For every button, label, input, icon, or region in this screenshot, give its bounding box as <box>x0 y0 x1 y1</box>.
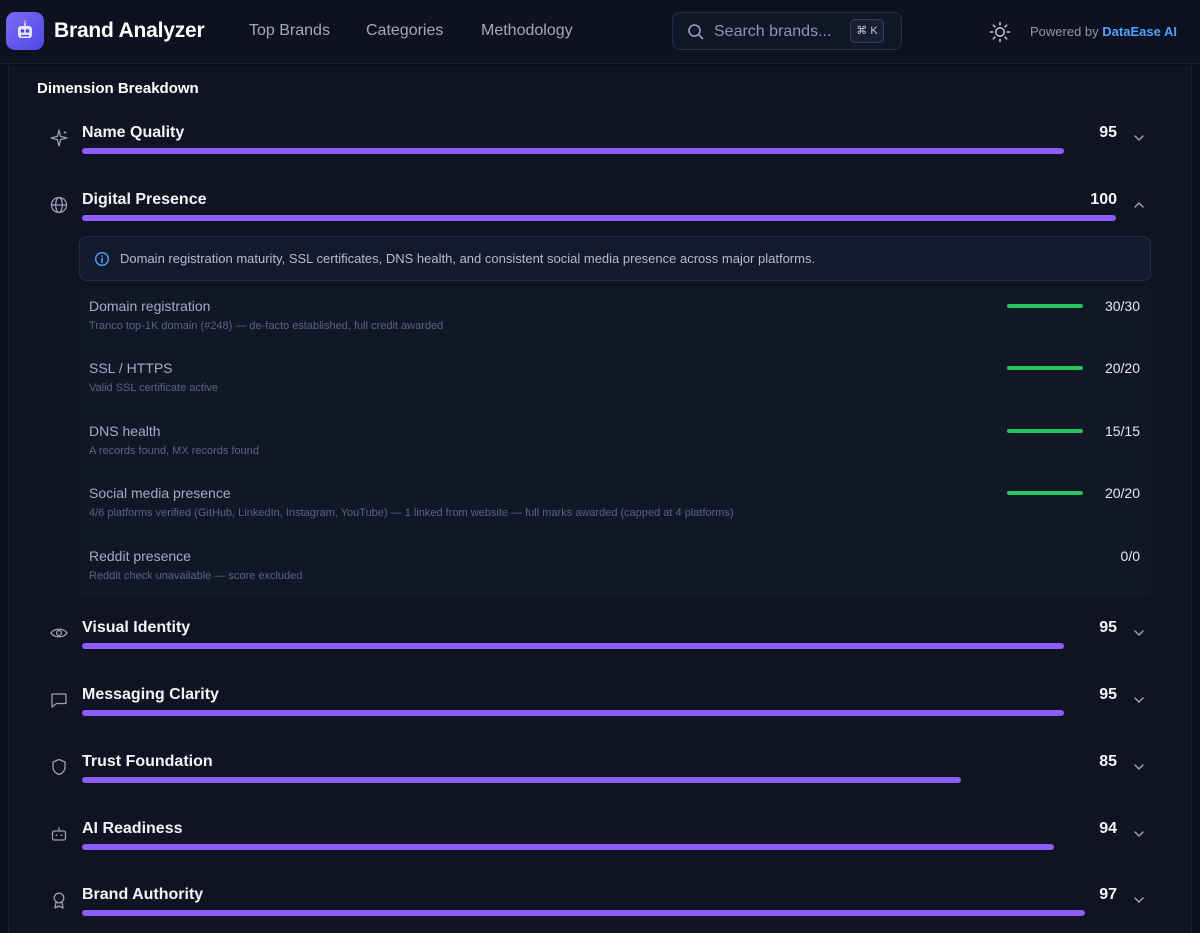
bot-icon <box>51 827 67 841</box>
sub-metric-desc: Reddit check unavailable — score exclude… <box>89 570 303 582</box>
score-bar-fill <box>82 777 961 783</box>
logo[interactable] <box>6 12 44 50</box>
sub-metric-score: 20/20 <box>1104 360 1140 376</box>
sub-metric-name: Reddit presence <box>89 548 191 564</box>
score-bar <box>82 777 1116 783</box>
dimension-row[interactable]: Name Quality 95 <box>9 124 1191 174</box>
sub-metric-score: 30/30 <box>1104 298 1140 314</box>
chevron-up-icon[interactable] <box>1131 197 1147 213</box>
dimension-row[interactable]: Digital Presence 100 <box>9 191 1191 241</box>
score-bar-fill <box>82 710 1065 716</box>
score-bar <box>82 910 1116 916</box>
sub-metric-row: DNS health A records found, MX records f… <box>79 411 1151 471</box>
sub-metric-bar <box>1007 366 1083 370</box>
dimension-score: 85 <box>1099 753 1117 770</box>
chevron-down-icon[interactable] <box>1131 826 1147 842</box>
sub-metric-bar <box>1007 304 1083 308</box>
chevron-down-icon[interactable] <box>1131 759 1147 775</box>
dimension-label: Digital Presence <box>82 191 207 208</box>
nav-methodology[interactable]: Methodology <box>481 22 573 40</box>
robot-logo-icon <box>18 20 32 38</box>
sub-metric-bar-fill <box>1007 366 1083 370</box>
dimension-label: AI Readiness <box>82 820 183 837</box>
sub-metric-desc: Valid SSL certificate active <box>89 382 219 394</box>
sub-metric-bar-fill <box>1007 304 1083 308</box>
dimension-label: Messaging Clarity <box>82 686 219 703</box>
search-placeholder: Search brands... <box>714 23 832 40</box>
score-bar-fill <box>82 844 1054 850</box>
sub-metric-bar <box>1007 491 1083 495</box>
dimension-label: Visual Identity <box>82 619 191 636</box>
score-bar <box>82 148 1116 154</box>
nav-top-brands[interactable]: Top Brands <box>249 22 330 40</box>
sub-metric-name: SSL / HTTPS <box>89 360 173 376</box>
section-title: Dimension Breakdown <box>37 80 199 97</box>
score-bar <box>82 215 1116 221</box>
award-icon <box>53 892 65 909</box>
sub-metric-bar-fill <box>1007 429 1083 433</box>
score-bar-fill <box>82 643 1065 649</box>
chevron-down-icon[interactable] <box>1131 130 1147 146</box>
dimension-info-box: Domain registration maturity, SSL certif… <box>79 236 1151 281</box>
sub-metric-row: Domain registration Tranco top-1K domain… <box>79 286 1151 346</box>
search-icon <box>688 24 704 40</box>
powered-brand-link[interactable]: DataEase AI <box>1102 24 1177 39</box>
score-bar-fill <box>82 910 1085 916</box>
dimension-label: Brand Authority <box>82 886 204 903</box>
sub-metric-row: Reddit presence Reddit check unavailable… <box>79 536 1151 596</box>
shield-icon <box>52 758 66 776</box>
dimension-row[interactable]: AI Readiness 94 <box>9 820 1191 870</box>
dimension-row[interactable]: Visual Identity 95 <box>9 619 1191 669</box>
score-bar <box>82 710 1116 716</box>
dimension-row[interactable]: Messaging Clarity 95 <box>9 686 1191 736</box>
nav-categories[interactable]: Categories <box>366 22 443 40</box>
top-header: Brand Analyzer Top Brands Categories Met… <box>0 0 1200 64</box>
dimension-label: Trust Foundation <box>82 753 213 770</box>
sub-metric-name: DNS health <box>89 423 161 439</box>
info-icon <box>94 251 110 267</box>
dimension-score: 95 <box>1099 686 1117 703</box>
dimension-score: 100 <box>1090 191 1117 208</box>
eye-icon <box>50 628 68 638</box>
score-bar-fill <box>82 148 1065 154</box>
brand-name[interactable]: Brand Analyzer <box>54 19 205 43</box>
sub-metric-name: Domain registration <box>89 298 211 314</box>
chevron-down-icon[interactable] <box>1131 625 1147 641</box>
sparkle-icon <box>50 129 68 147</box>
score-bar <box>82 643 1116 649</box>
sub-metric-score: 0/0 <box>1120 548 1140 564</box>
dimension-label: Name Quality <box>82 124 185 141</box>
sub-metric-desc: Tranco top-1K domain (#248) — de-facto e… <box>89 320 444 332</box>
sub-metric-bar <box>1007 429 1083 433</box>
dimension-score: 95 <box>1099 619 1117 636</box>
dimension-score: 97 <box>1099 886 1117 903</box>
score-bar <box>82 844 1116 850</box>
dimension-row[interactable]: Trust Foundation 85 <box>9 753 1191 803</box>
sub-metric-desc: 4/6 platforms verified (GitHub, LinkedIn… <box>89 507 734 519</box>
search-shortcut-badge: ⌘ K <box>850 19 884 43</box>
message-icon <box>51 693 67 708</box>
sub-metric-desc: A records found, MX records found <box>89 445 259 457</box>
info-text: Domain registration maturity, SSL certif… <box>120 251 816 266</box>
sub-metric-bar-fill <box>1007 491 1083 495</box>
sub-metric-row: SSL / HTTPS Valid SSL certificate active… <box>79 348 1151 408</box>
globe-icon <box>50 196 68 214</box>
sub-metric-row: Social media presence 4/6 platforms veri… <box>79 473 1151 533</box>
chevron-down-icon[interactable] <box>1131 692 1147 708</box>
dimension-row[interactable]: Brand Authority 97 <box>9 886 1191 933</box>
score-bar-fill <box>82 215 1116 221</box>
chevron-down-icon[interactable] <box>1131 892 1147 908</box>
dimension-score: 94 <box>1099 820 1117 837</box>
sub-metric-list: Domain registration Tranco top-1K domain… <box>79 286 1151 598</box>
dimension-panel: Dimension Breakdown Name Quality 95 Digi… <box>8 66 1192 933</box>
search-input[interactable]: Search brands... ⌘ K <box>672 12 902 50</box>
sub-metric-score: 20/20 <box>1104 485 1140 501</box>
dimension-score: 95 <box>1099 124 1117 141</box>
sub-metric-score: 15/15 <box>1104 423 1140 439</box>
powered-prefix: Powered by <box>1030 24 1099 39</box>
powered-by: Powered by DataEase AI <box>1030 24 1177 39</box>
sub-metric-name: Social media presence <box>89 485 231 501</box>
sun-icon[interactable] <box>989 21 1011 43</box>
